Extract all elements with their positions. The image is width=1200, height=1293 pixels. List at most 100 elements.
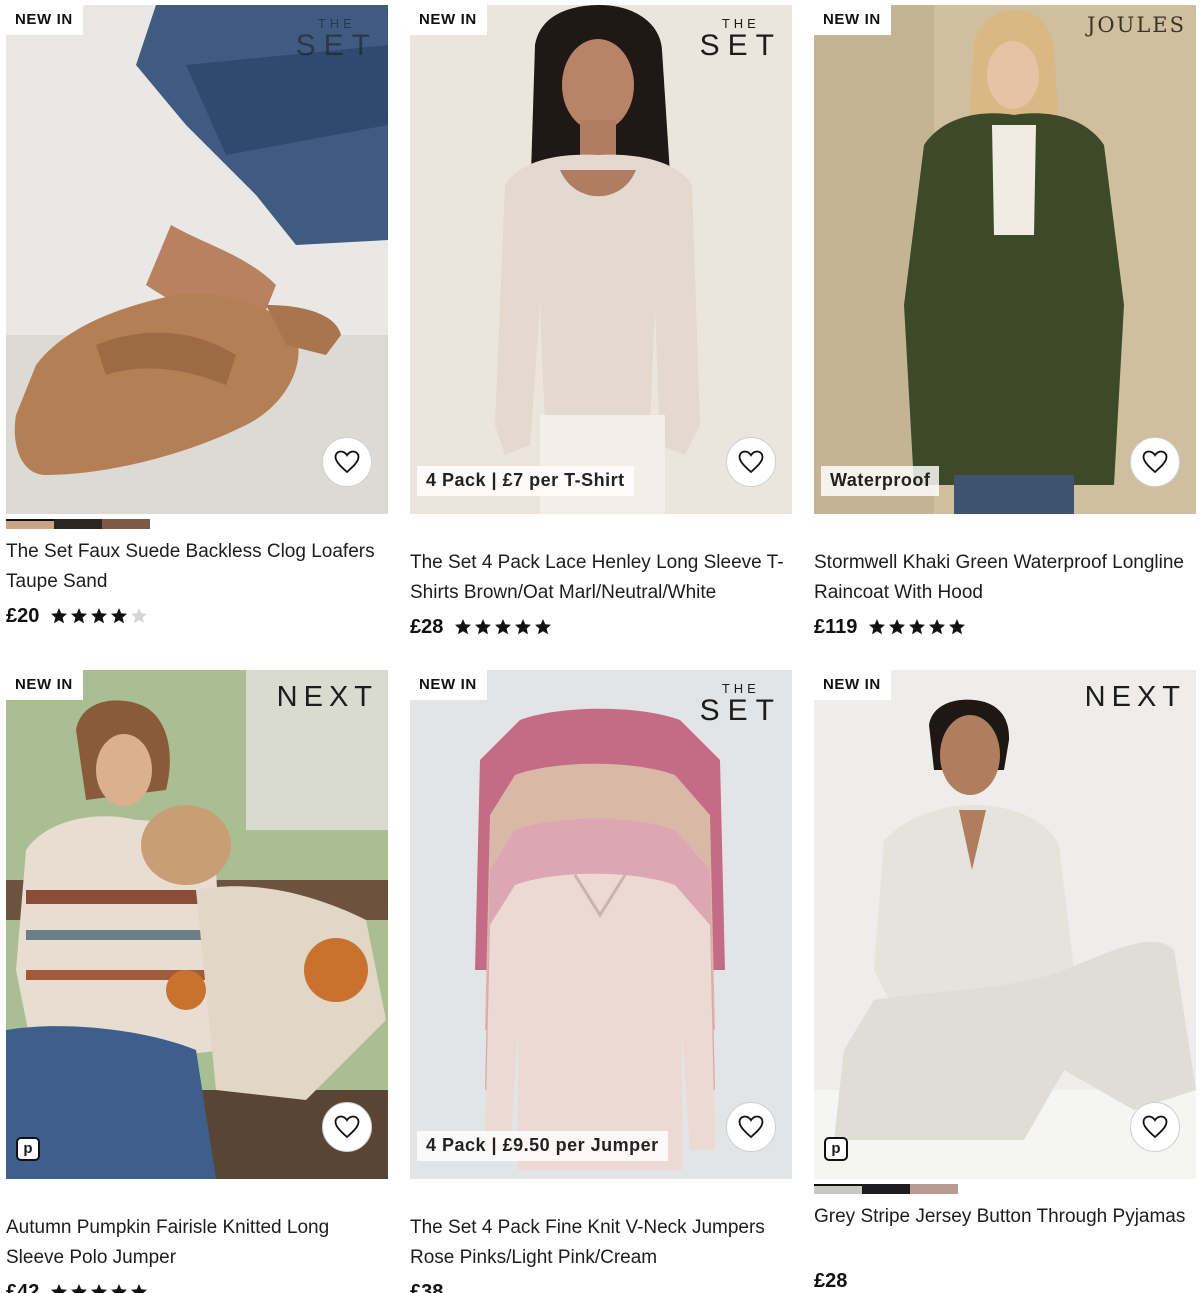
colour-swatch[interactable] xyxy=(814,1184,862,1194)
wishlist-button[interactable] xyxy=(322,1102,372,1152)
brand-set: SET xyxy=(699,29,782,62)
product-card[interactable]: NEW IN THE SET 4 Pack | £7 per T-Shirt T… xyxy=(410,5,792,640)
product-price: £28 xyxy=(410,615,444,638)
colour-swatch[interactable] xyxy=(102,519,150,529)
multipack-label: 4 Pack | £9.50 per Jumper xyxy=(417,1131,668,1161)
star-filled-icon xyxy=(51,1284,68,1293)
product-price: £42 xyxy=(6,1280,40,1293)
wishlist-button[interactable] xyxy=(322,437,372,487)
star-rating xyxy=(868,618,966,636)
product-title[interactable]: The Set 4 Pack Fine Knit V-Neck Jumpers … xyxy=(410,1213,792,1273)
colour-swatches xyxy=(814,1184,1196,1194)
brand-logo-the-set: THE SET xyxy=(700,17,782,61)
brand-logo-next: NEXT xyxy=(1084,681,1186,713)
new-in-badge: NEW IN xyxy=(6,5,83,35)
product-image[interactable]: NEW IN THE SET 4 Pack | £7 per T-Shirt xyxy=(410,5,792,514)
price-rating-row: £38 xyxy=(410,1279,792,1293)
colour-swatch[interactable] xyxy=(862,1184,910,1194)
star-filled-icon xyxy=(111,1284,128,1293)
product-grid: NEW IN THE SET The Set Faux Suede Backle… xyxy=(0,0,1200,1293)
heart-icon xyxy=(1142,450,1168,474)
star-filled-icon xyxy=(535,619,552,635)
multipack-label: 4 Pack | £7 per T-Shirt xyxy=(417,466,634,496)
colour-swatches xyxy=(6,519,388,529)
star-filled-icon xyxy=(71,1284,88,1293)
loafer-photo xyxy=(6,5,388,514)
star-filled-icon xyxy=(455,619,472,635)
star-rating xyxy=(50,1283,148,1293)
colour-swatch[interactable] xyxy=(910,1184,958,1194)
wishlist-button[interactable] xyxy=(726,437,776,487)
product-image[interactable]: NEW IN THE SET xyxy=(6,5,388,514)
heart-icon xyxy=(738,450,764,474)
product-image[interactable]: NEW IN NEXT p xyxy=(6,670,388,1179)
brand-logo-the-set: THE SET xyxy=(700,682,782,726)
star-filled-icon xyxy=(949,619,966,635)
wishlist-button[interactable] xyxy=(1130,437,1180,487)
star-rating xyxy=(454,618,552,636)
product-title[interactable]: The Set 4 Pack Lace Henley Long Sleeve T… xyxy=(410,548,792,608)
product-title[interactable]: The Set Faux Suede Backless Clog Loafers… xyxy=(6,537,388,597)
new-in-badge: NEW IN xyxy=(410,670,487,700)
colour-swatch[interactable] xyxy=(6,519,54,529)
star-filled-icon xyxy=(495,619,512,635)
pyjamas-photo xyxy=(814,670,1196,1179)
price-rating-row: £20 xyxy=(6,603,388,629)
product-image[interactable]: NEW IN NEXT p xyxy=(814,670,1196,1179)
raincoat-photo xyxy=(814,5,1196,514)
wishlist-button[interactable] xyxy=(726,1102,776,1152)
feature-label: Waterproof xyxy=(821,466,940,496)
product-card[interactable]: NEW IN JOULES Waterproof Stormwell Khaki… xyxy=(814,5,1196,640)
new-in-badge: NEW IN xyxy=(410,5,487,35)
pumpkin-jumper-photo xyxy=(6,670,388,1179)
brand-logo-joules: JOULES xyxy=(1087,13,1186,37)
product-image[interactable]: NEW IN JOULES Waterproof xyxy=(814,5,1196,514)
payment-option-icon: p xyxy=(16,1137,40,1161)
product-card[interactable]: NEW IN THE SET The Set Faux Suede Backle… xyxy=(6,5,388,629)
price-rating-row: £42 xyxy=(6,1279,388,1293)
brand-set: SET xyxy=(295,29,378,62)
star-filled-icon xyxy=(131,1284,148,1293)
new-in-badge: NEW IN xyxy=(814,5,891,35)
henley-photo xyxy=(410,5,792,514)
star-rating xyxy=(50,607,148,625)
price-rating-row: £28 xyxy=(814,1268,1196,1293)
wishlist-button[interactable] xyxy=(1130,1102,1180,1152)
product-price: £20 xyxy=(6,604,40,627)
star-filled-icon xyxy=(929,619,946,635)
brand-logo-the-set: THE SET xyxy=(296,17,378,61)
product-card[interactable]: NEW IN NEXT p Grey Stripe Jersey Button … xyxy=(814,670,1196,1293)
product-price: £38 xyxy=(410,1280,444,1293)
star-filled-icon xyxy=(889,619,906,635)
star-filled-icon xyxy=(909,619,926,635)
star-filled-icon xyxy=(475,619,492,635)
star-filled-icon xyxy=(71,608,88,624)
price-rating-row: £119 xyxy=(814,614,1196,640)
heart-icon xyxy=(334,450,360,474)
star-filled-icon xyxy=(869,619,886,635)
heart-icon xyxy=(334,1115,360,1139)
star-filled-icon xyxy=(91,1284,108,1293)
product-card[interactable]: NEW IN THE SET 4 Pack | £9.50 per Jumper… xyxy=(410,670,792,1293)
product-price: £28 xyxy=(814,1269,848,1292)
product-title[interactable]: Autumn Pumpkin Fairisle Knitted Long Sle… xyxy=(6,1213,388,1273)
heart-icon xyxy=(738,1115,764,1139)
star-filled-icon xyxy=(515,619,532,635)
product-card[interactable]: NEW IN NEXT p Autumn Pumpkin Fairisle Kn… xyxy=(6,670,388,1293)
brand-logo-next: NEXT xyxy=(276,681,378,713)
star-filled-icon xyxy=(51,608,68,624)
star-empty-icon xyxy=(131,608,148,624)
star-filled-icon xyxy=(91,608,108,624)
heart-icon xyxy=(1142,1115,1168,1139)
star-filled-icon xyxy=(111,608,128,624)
jumpers-photo xyxy=(410,670,792,1179)
price-rating-row: £28 xyxy=(410,614,792,640)
product-price: £119 xyxy=(814,615,858,638)
new-in-badge: NEW IN xyxy=(6,670,83,700)
product-title[interactable]: Stormwell Khaki Green Waterproof Longlin… xyxy=(814,548,1196,608)
product-image[interactable]: NEW IN THE SET 4 Pack | £9.50 per Jumper xyxy=(410,670,792,1179)
product-title[interactable]: Grey Stripe Jersey Button Through Pyjama… xyxy=(814,1202,1196,1262)
colour-swatch[interactable] xyxy=(54,519,102,529)
payment-option-icon: p xyxy=(824,1137,848,1161)
brand-set: SET xyxy=(699,694,782,727)
